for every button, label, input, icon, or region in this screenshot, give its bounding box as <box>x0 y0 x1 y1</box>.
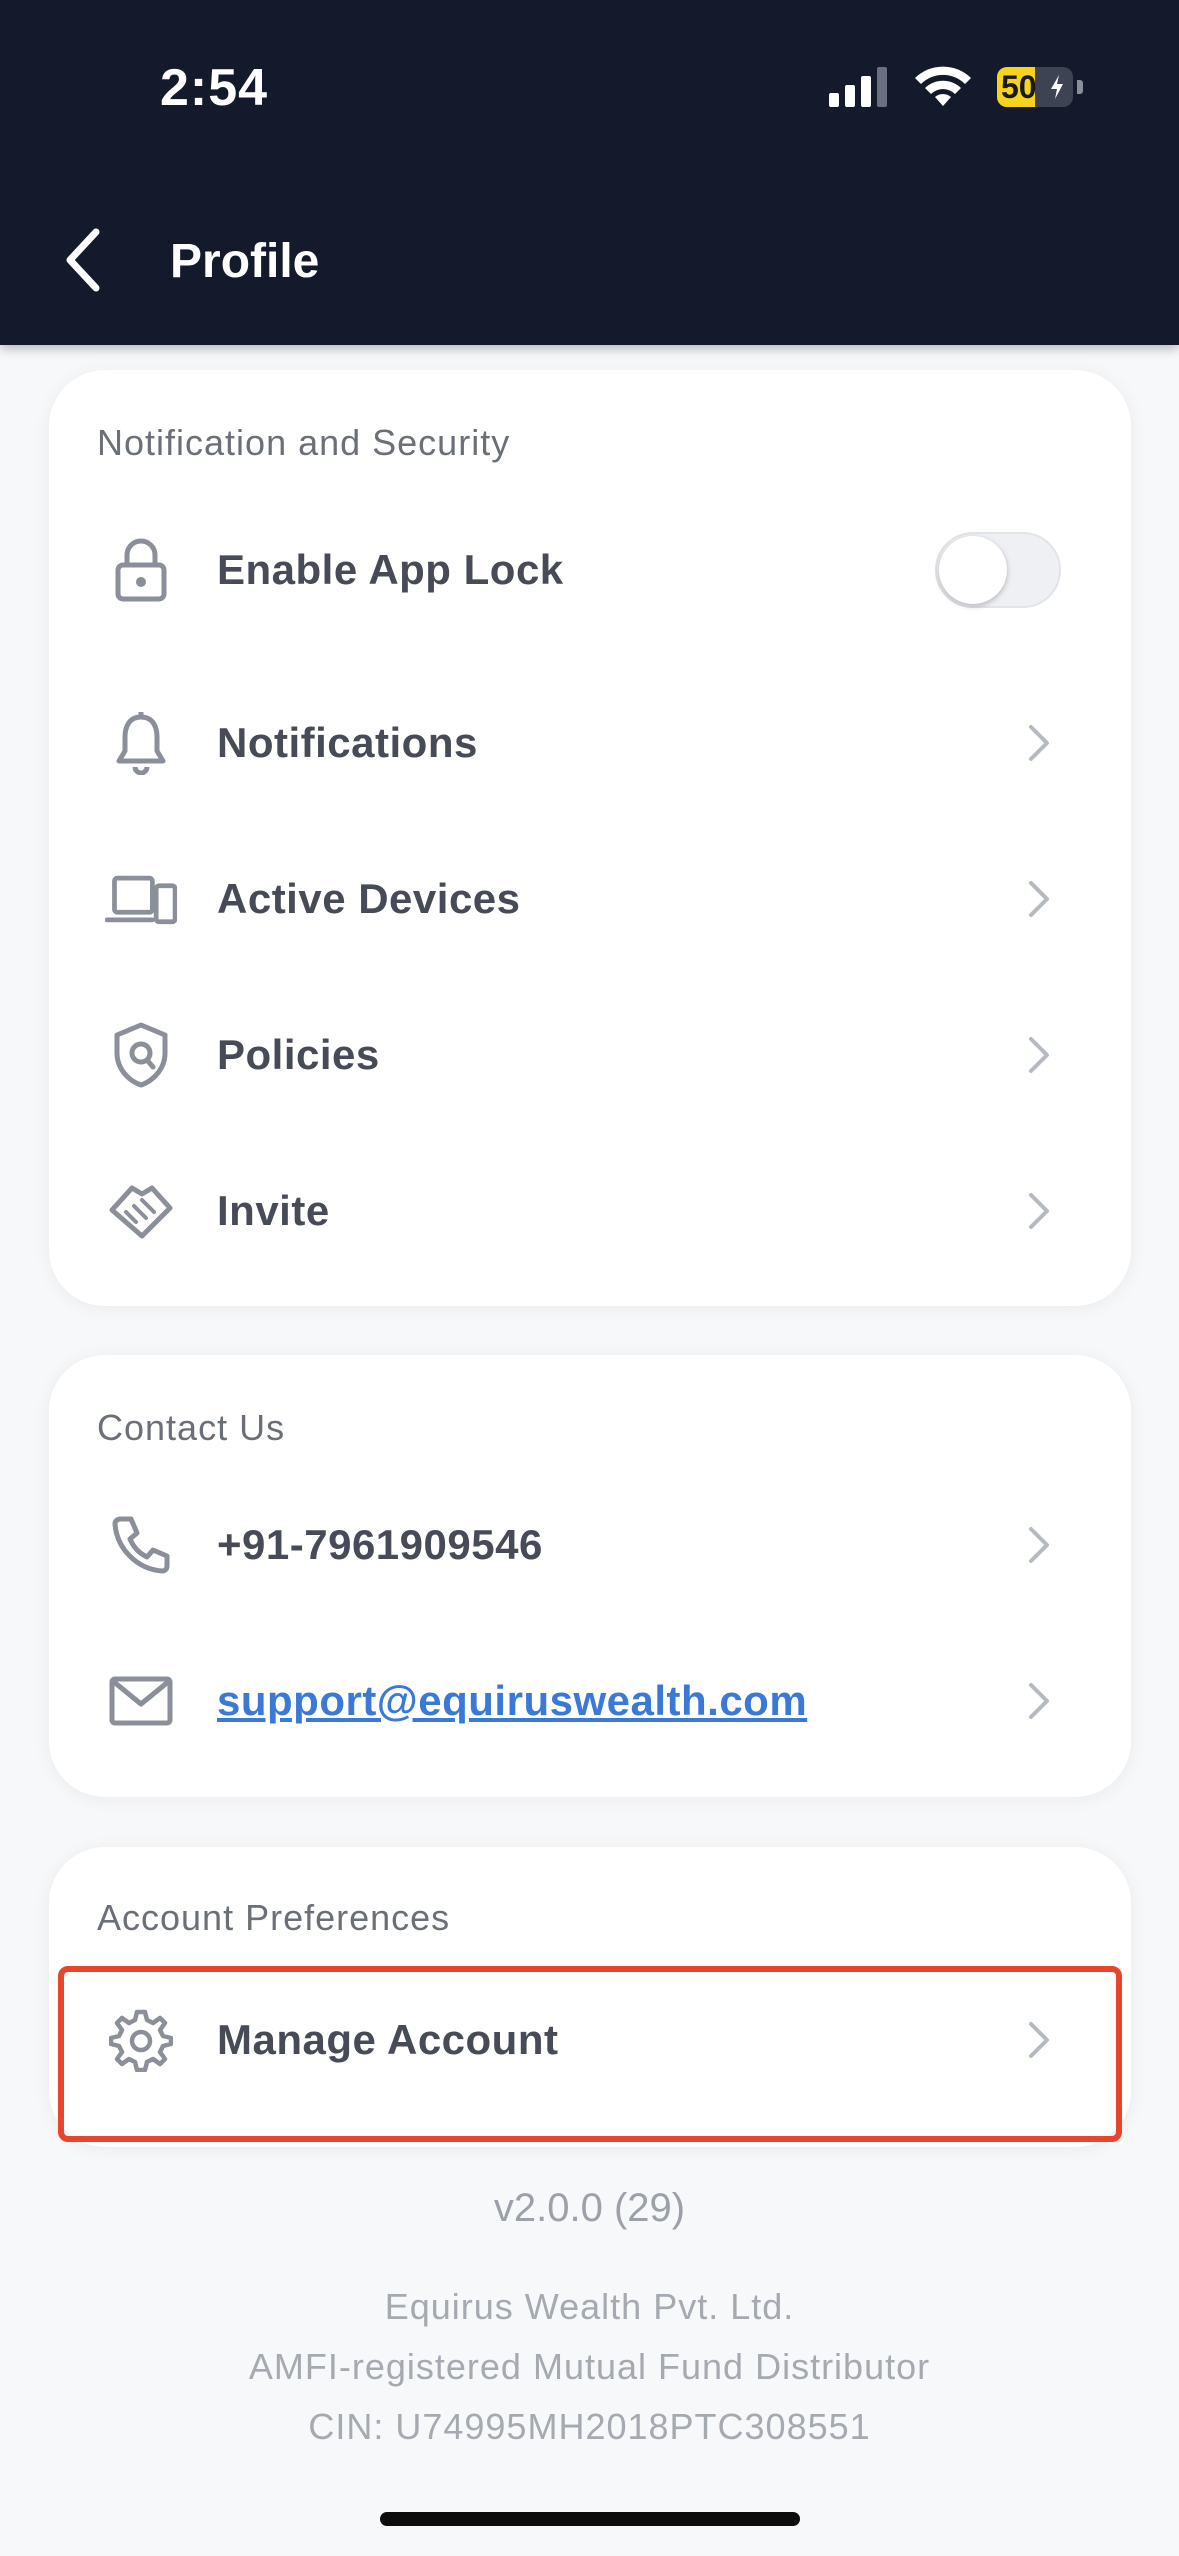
toggle-knob <box>939 536 1007 604</box>
chevron-right-icon <box>1029 725 1049 761</box>
email-row[interactable]: support@equiruswealth.com <box>49 1641 1131 1761</box>
status-time: 2:54 <box>160 59 269 117</box>
policies-label: Policies <box>217 1031 380 1078</box>
section-title: Notification and Security <box>97 422 511 463</box>
section-title: Contact Us <box>97 1407 286 1448</box>
page-title: Profile <box>170 235 320 288</box>
app-version: v2.0.0 (29) <box>493 2186 686 2230</box>
home-indicator <box>380 2512 800 2526</box>
mail-icon <box>105 1665 177 1737</box>
app-lock-row: Enable App Lock <box>49 510 1131 630</box>
signal-icon <box>829 67 887 107</box>
lock-icon <box>105 534 177 606</box>
email-link[interactable]: support@equiruswealth.com <box>217 1677 807 1725</box>
account-preferences-card: Account Preferences Manage Account <box>49 1847 1131 2147</box>
back-button[interactable] <box>60 228 110 292</box>
app-lock-toggle[interactable] <box>935 532 1061 608</box>
notifications-label: Notifications <box>217 719 478 766</box>
bell-icon <box>105 707 177 779</box>
manage-account-row[interactable]: Manage Account <box>49 1980 1131 2100</box>
devices-icon <box>105 863 177 935</box>
battery-percentage: 50 <box>1001 68 1037 105</box>
chevron-right-icon <box>1029 1683 1049 1719</box>
status-icons: 50 <box>829 66 1083 108</box>
back-arrow-icon <box>66 228 100 292</box>
phone-number: +91-7961909546 <box>217 1521 543 1568</box>
shield-icon <box>105 1019 177 1091</box>
phone-icon <box>105 1509 177 1581</box>
chevron-right-icon <box>1029 1193 1049 1229</box>
invite-label: Invite <box>217 1187 330 1234</box>
active-devices-row[interactable]: Active Devices <box>49 839 1131 959</box>
battery-icon: 50 <box>997 67 1083 107</box>
chevron-right-icon <box>1029 1037 1049 1073</box>
battery-body: 50 <box>997 67 1073 107</box>
contact-us-card: Contact Us +91-7961909546 support@equiru… <box>49 1355 1131 1797</box>
app-lock-label: Enable App Lock <box>217 546 564 593</box>
active-devices-label: Active Devices <box>217 875 521 922</box>
chevron-right-icon <box>1029 2022 1049 2058</box>
amfi-registration: AMFI-registered Mutual Fund Distributor <box>248 2346 931 2387</box>
company-name: Equirus Wealth Pvt. Ltd. <box>384 2286 795 2327</box>
wifi-icon <box>915 66 971 106</box>
top-bar: 2:54 50 Profile <box>0 0 1179 345</box>
gear-icon <box>105 2004 177 2076</box>
cin-number: CIN: U74995MH2018PTC308551 <box>308 2406 871 2447</box>
handshake-icon <box>105 1175 177 1247</box>
policies-row[interactable]: Policies <box>49 995 1131 1115</box>
invite-row[interactable]: Invite <box>49 1151 1131 1271</box>
chevron-right-icon <box>1029 881 1049 917</box>
charging-bolt-icon <box>1051 75 1063 99</box>
notifications-row[interactable]: Notifications <box>49 683 1131 803</box>
chevron-right-icon <box>1029 1527 1049 1563</box>
section-title: Account Preferences <box>97 1897 451 1938</box>
notification-security-card: Notification and Security Enable App Loc… <box>49 370 1131 1306</box>
manage-account-label: Manage Account <box>217 2016 559 2063</box>
phone-row[interactable]: +91-7961909546 <box>49 1485 1131 1605</box>
battery-tip <box>1077 80 1083 94</box>
